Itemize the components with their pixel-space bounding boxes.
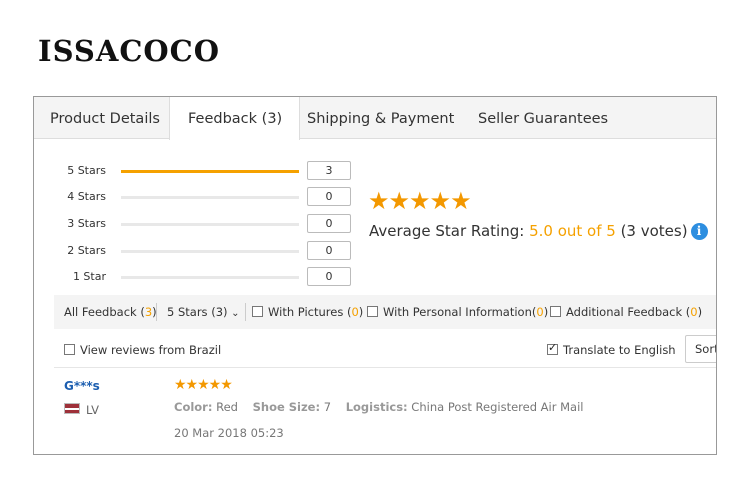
shoe-size-value: 7	[320, 400, 332, 414]
star-filter-value: 5 Stars (3)	[167, 305, 228, 319]
filter-additional-count: 0	[690, 305, 698, 319]
tab-product-details[interactable]: Product Details	[50, 97, 160, 139]
histogram-label: 3 Stars	[67, 217, 106, 230]
tab-shipping-payment[interactable]: Shipping & Payment	[307, 97, 454, 139]
brazil-checkbox[interactable]	[64, 344, 75, 355]
brand-logo: ISSACOCO	[38, 34, 220, 68]
filter-all-feedback[interactable]: All Feedback (3)	[64, 295, 157, 329]
divider	[54, 367, 716, 368]
translate-label: Translate to English	[563, 343, 676, 357]
checkbox[interactable]	[550, 306, 561, 317]
tab-bar: Product Details Feedback (3) Shipping & …	[34, 97, 716, 140]
filter-personal-label: With Personal Information(	[383, 305, 537, 319]
checkbox[interactable]	[367, 306, 378, 317]
logistics-value: China Post Registered Air Mail	[407, 400, 584, 414]
histogram-count: 3	[307, 161, 351, 180]
histogram-label: 2 Stars	[67, 244, 106, 257]
color-value: Red	[212, 400, 238, 414]
histogram-count: 0	[307, 241, 351, 260]
filter-pictures-count: 0	[351, 305, 359, 319]
shoe-size-label: Shoe Size:	[252, 400, 321, 414]
tab-seller-guarantees[interactable]: Seller Guarantees	[478, 97, 608, 139]
filter-with-personal-info[interactable]: With Personal Information(0)	[367, 295, 548, 329]
sort-select[interactable]: Sort	[685, 335, 716, 363]
histogram-label: 5 Stars	[67, 164, 106, 177]
filter-all-label: All Feedback (	[64, 305, 145, 319]
color-label: Color:	[174, 400, 213, 414]
histogram-fill	[121, 170, 299, 173]
latvia-flag-icon	[64, 403, 80, 414]
histogram-bar	[121, 223, 299, 226]
vote-count: (3 votes)	[615, 222, 688, 240]
histogram-bar	[121, 170, 299, 173]
translate-option[interactable]: Translate to English	[547, 341, 676, 357]
tab-feedback[interactable]: Feedback (3)	[169, 97, 301, 140]
review-attributes: Color: Red Shoe Size: 7 Logistics: China…	[174, 400, 583, 414]
histogram-bar	[121, 196, 299, 199]
divider	[245, 303, 246, 321]
divider	[156, 303, 157, 321]
histogram-count: 0	[307, 267, 351, 286]
logistics-label: Logistics:	[345, 400, 408, 414]
review-date: 20 Mar 2018 05:23	[174, 426, 284, 440]
histogram-bar	[121, 276, 299, 279]
filter-personal-close: )	[543, 305, 549, 319]
average-rating: Average Star Rating: 5.0 out of 5 (3 vot…	[369, 222, 708, 240]
feedback-panel: Product Details Feedback (3) Shipping & …	[33, 96, 717, 455]
filter-pictures-label: With Pictures (	[268, 305, 352, 319]
feedback-filter-bar: All Feedback (3) 5 Stars (3) ⌄ With Pict…	[54, 295, 716, 329]
histogram-label: 1 Star	[72, 270, 106, 283]
histogram-count: 0	[307, 214, 351, 233]
histogram-bar	[121, 250, 299, 253]
filter-additional-feedback[interactable]: Additional Feedback (0)	[550, 295, 702, 329]
filter-with-pictures[interactable]: With Pictures (0)	[252, 295, 363, 329]
filter-additional-close: )	[697, 305, 703, 319]
filter-additional-label: Additional Feedback (	[566, 305, 691, 319]
average-rating-score: 5.0 out of 5	[529, 222, 616, 240]
translate-checkbox[interactable]	[547, 341, 558, 355]
review-stars-icon: ★★★★★	[174, 377, 233, 393]
info-icon[interactable]: i	[690, 223, 708, 240]
chevron-down-icon: ⌄	[231, 308, 240, 319]
reviewer-country: LV	[86, 403, 100, 417]
star-filter-select[interactable]: 5 Stars (3) ⌄	[167, 295, 240, 331]
reviewer-name[interactable]: G***s	[64, 379, 100, 393]
histogram-count: 0	[307, 187, 351, 206]
average-stars-icon: ★★★★★	[368, 187, 472, 215]
brazil-reviews-option[interactable]: View reviews from Brazil	[64, 343, 221, 357]
brazil-label: View reviews from Brazil	[80, 343, 222, 357]
filter-personal-count: 0	[536, 305, 544, 319]
filter-pictures-close: )	[358, 305, 364, 319]
histogram-label: 4 Stars	[67, 190, 106, 203]
checkbox[interactable]	[252, 306, 263, 317]
average-rating-label: Average Star Rating:	[369, 222, 530, 240]
